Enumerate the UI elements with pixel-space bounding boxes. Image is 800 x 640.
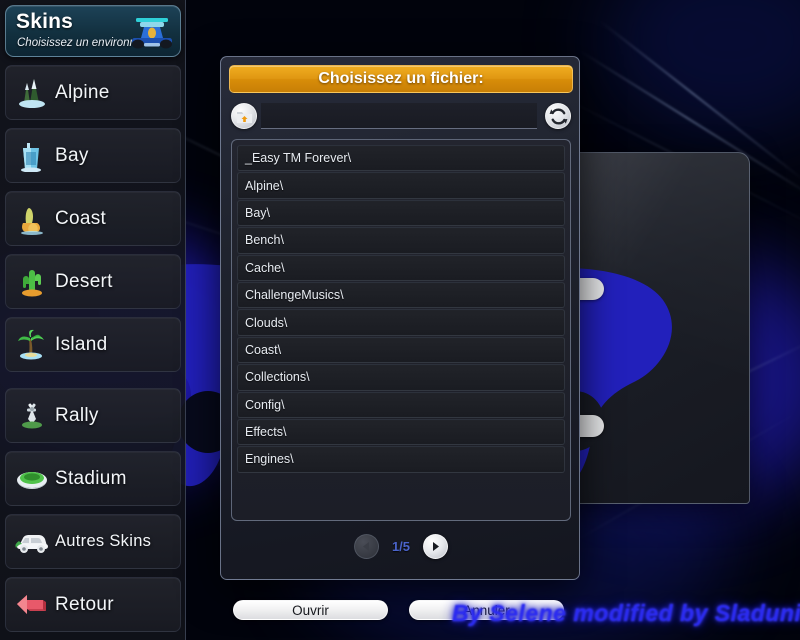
dialog-title-bar: Choisissez un fichier: (229, 65, 573, 93)
race-car-icon (132, 18, 172, 49)
next-page-button[interactable] (423, 533, 449, 559)
sidebar-item-label: Island (55, 333, 108, 355)
file-list-item[interactable]: Config\ (237, 391, 565, 418)
sidebar-item-bay[interactable]: Bay (5, 128, 181, 183)
file-name: Collections\ (245, 370, 310, 385)
file-name: ChallengeMusics\ (245, 288, 344, 303)
file-name: Alpine\ (245, 178, 284, 193)
page-indicator: 1/5 (391, 538, 411, 554)
sidebar-item-coast[interactable]: Coast (5, 191, 181, 246)
file-name: Config\ (245, 397, 285, 412)
sidebar-item-island[interactable]: Island (5, 317, 181, 372)
page-title: Skins (16, 10, 74, 33)
file-list-item[interactable]: Bay\ (237, 199, 565, 227)
file-list-item[interactable]: Bench\ (237, 227, 565, 254)
sidebar-header: Skins Choisissez un environnement (5, 5, 181, 57)
refresh-icon (549, 108, 567, 124)
refresh-button[interactable] (545, 103, 571, 129)
file-name: Bench\ (245, 233, 284, 248)
file-name: Cache\ (245, 260, 285, 275)
cactus-icon (9, 262, 55, 302)
file-list-item[interactable]: Clouds\ (237, 309, 565, 336)
prev-page-icon (362, 541, 369, 551)
open-button-label: Ouvrir (292, 602, 329, 618)
file-list-item[interactable]: Alpine\ (237, 172, 565, 199)
sidebar-item-autres-skins[interactable]: Autres Skins (5, 514, 181, 569)
blue-tower-icon (9, 136, 55, 176)
file-name: _Easy TM Forever\ (245, 151, 352, 166)
open-button[interactable]: Ouvrir (233, 600, 388, 620)
snowy-mountain-icon (9, 73, 55, 113)
sidebar-item-label: Alpine (55, 81, 110, 103)
file-name: Clouds\ (245, 315, 288, 330)
stadium-icon (9, 459, 55, 499)
sidebar-item-alpine[interactable]: Alpine (5, 65, 181, 120)
sidebar-item-label: Autres Skins (55, 532, 152, 550)
path-toolbar (231, 101, 571, 133)
pagination: 1/5 (221, 529, 581, 563)
sidebar-item-rally[interactable]: Rally (5, 388, 181, 443)
rock-cliff-icon (9, 199, 55, 239)
file-list-item[interactable]: Effects\ (237, 418, 565, 446)
file-list-item[interactable]: _Easy TM Forever\ (237, 145, 565, 172)
file-name: Engines\ (245, 452, 294, 467)
file-list-item[interactable]: Coast\ (237, 336, 565, 364)
file-chooser-dialog: Choisissez un fichier: _Easy TM Forever\… (220, 56, 581, 620)
dialog-title-text: Choisissez un fichier: (318, 70, 484, 87)
folder-up-button[interactable] (231, 103, 257, 129)
file-list[interactable]: _Easy TM Forever\ Alpine\ Bay\ Bench\ Ca… (231, 139, 571, 521)
path-input[interactable] (261, 103, 537, 129)
sidebar-item-desert[interactable]: Desert (5, 254, 181, 309)
watermark-credit: By Selene modified by Sladuninja (452, 600, 800, 626)
sidebar-item-label: Coast (55, 207, 107, 229)
sidebar-item-label: Desert (55, 270, 113, 292)
file-list-item[interactable]: ChallengeMusics\ (237, 281, 565, 309)
back-arrow-icon (9, 585, 55, 625)
file-list-item[interactable]: Collections\ (237, 364, 565, 391)
windmill-icon (9, 396, 55, 436)
sidebar-item-label: Retour (55, 593, 114, 615)
sidebar-item-label: Stadium (55, 467, 127, 489)
sidebar-item-label: Bay (55, 144, 89, 166)
palm-tree-icon (9, 325, 55, 365)
file-list-item[interactable]: Cache\ (237, 254, 565, 281)
folder-up-icon (236, 111, 252, 123)
sidebar-item-retour[interactable]: Retour (5, 577, 181, 632)
file-name: Coast\ (245, 342, 282, 357)
sidebar-item-label: Rally (55, 404, 99, 426)
background-glow-top (600, 0, 800, 140)
next-page-icon (433, 541, 440, 551)
prev-page-button[interactable] (353, 533, 379, 559)
sidebar: Skins Choisissez un environnement Alpine (0, 0, 186, 640)
file-list-item[interactable]: Engines\ (237, 446, 565, 473)
file-name: Effects\ (245, 425, 287, 440)
sidebar-item-stadium[interactable]: Stadium (5, 451, 181, 506)
file-name: Bay\ (245, 205, 271, 220)
car-icon (9, 522, 55, 562)
